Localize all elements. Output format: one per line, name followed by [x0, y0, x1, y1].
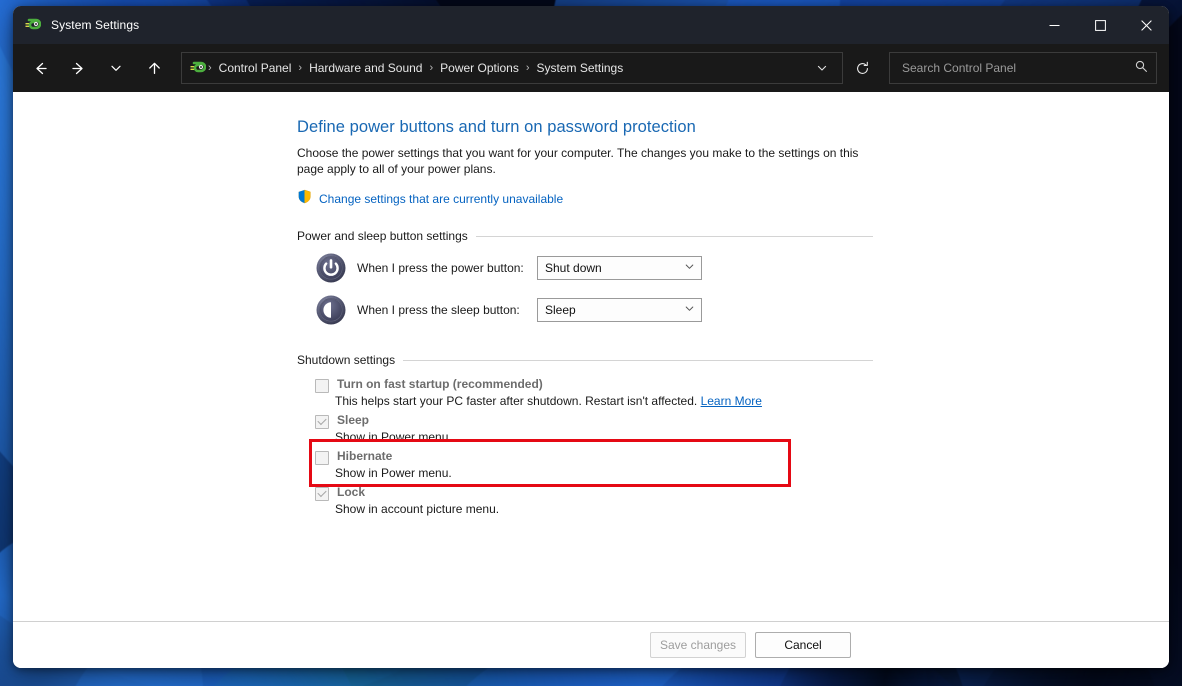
lock-label: Lock	[337, 485, 366, 499]
change-settings-link-row[interactable]: Change settings that are currently unava…	[297, 189, 897, 209]
breadcrumb[interactable]: › Control Panel › Hardware and Sound › P…	[181, 52, 843, 84]
hibernate-description: Show in Power menu.	[335, 466, 452, 480]
section-header-shutdown: Shutdown settings	[297, 353, 873, 367]
breadcrumb-separator: ›	[298, 62, 303, 74]
search-input[interactable]	[900, 60, 1134, 76]
dialog-footer: Save changes Cancel	[13, 621, 1169, 668]
close-icon[interactable]	[1123, 6, 1169, 44]
chevron-down-icon	[684, 261, 695, 275]
hibernate-label: Hibernate	[337, 449, 393, 463]
section-header-power-sleep: Power and sleep button settings	[297, 229, 873, 243]
recent-locations-chevron-down-icon[interactable]	[100, 52, 132, 84]
system-settings-icon	[25, 17, 42, 33]
refresh-icon[interactable]	[845, 53, 879, 83]
breadcrumb-item-power-options[interactable]: Power Options	[435, 59, 524, 77]
power-button-label: When I press the power button:	[357, 261, 524, 275]
breadcrumb-separator: ›	[429, 62, 434, 74]
section-label: Shutdown settings	[297, 353, 396, 367]
window-titlebar: System Settings	[13, 6, 1169, 44]
lock-checkbox[interactable]	[315, 487, 329, 501]
page-title: Define power buttons and turn on passwor…	[297, 118, 696, 136]
power-button-setting-row: When I press the power button: Shut down	[315, 247, 897, 289]
section-divider	[475, 235, 873, 237]
chevron-down-icon	[684, 303, 695, 317]
checkbox-item-fast-startup[interactable]: Turn on fast startup (recommended) This …	[315, 377, 897, 410]
breadcrumb-chevron-down-icon[interactable]	[808, 55, 836, 81]
fast-startup-description: This helps start your PC faster after sh…	[335, 393, 897, 410]
sleep-button-dropdown-value: Sleep	[545, 303, 576, 317]
save-changes-button[interactable]: Save changes	[650, 632, 746, 658]
breadcrumb-item-hardware-and-sound[interactable]: Hardware and Sound	[304, 59, 427, 77]
checkbox-item-sleep[interactable]: Sleep Show in Power menu.	[315, 413, 897, 446]
fast-startup-checkbox[interactable]	[315, 379, 329, 393]
breadcrumb-item-control-panel[interactable]: Control Panel	[214, 59, 297, 77]
page-description: Choose the power settings that you want …	[297, 146, 859, 176]
maximize-icon[interactable]	[1077, 6, 1123, 44]
sleep-label: Sleep	[337, 413, 370, 427]
fast-startup-label: Turn on fast startup (recommended)	[337, 377, 543, 391]
power-button-icon	[315, 252, 347, 284]
sleep-button-setting-row: When I press the sleep button: Sleep	[315, 289, 897, 331]
sleep-button-label: When I press the sleep button:	[357, 303, 520, 317]
search-control-panel-box[interactable]	[889, 52, 1157, 84]
hibernate-checkbox[interactable]	[315, 451, 329, 465]
back-arrow-icon[interactable]	[24, 52, 56, 84]
window-title: System Settings	[51, 18, 140, 32]
learn-more-link[interactable]: Learn More	[701, 394, 762, 408]
change-settings-unavailable-link[interactable]: Change settings that are currently unava…	[319, 192, 563, 206]
minimize-icon[interactable]	[1031, 6, 1077, 44]
section-divider	[403, 359, 873, 361]
forward-arrow-icon[interactable]	[62, 52, 94, 84]
cancel-button[interactable]: Cancel	[755, 632, 851, 658]
breadcrumb-separator: ›	[208, 62, 212, 74]
sleep-button-icon	[315, 294, 347, 326]
settings-panel: Define power buttons and turn on passwor…	[297, 118, 897, 518]
uac-shield-icon	[297, 189, 312, 209]
breadcrumb-item-system-settings[interactable]: System Settings	[532, 59, 629, 77]
system-settings-window: System Settings › Control Panel › Hardwa…	[13, 6, 1169, 668]
lock-description: Show in account picture menu.	[335, 502, 500, 516]
sleep-checkbox[interactable]	[315, 415, 329, 429]
sleep-description: Show in Power menu.	[335, 430, 452, 444]
checkbox-item-lock[interactable]: Lock Show in account picture menu.	[315, 485, 897, 518]
breadcrumb-separator: ›	[525, 62, 530, 74]
section-label: Power and sleep button settings	[297, 229, 468, 243]
sleep-button-dropdown[interactable]: Sleep	[537, 298, 702, 322]
fast-startup-description-text: This helps start your PC faster after sh…	[335, 394, 698, 408]
shutdown-checkbox-list: Turn on fast startup (recommended) This …	[315, 377, 897, 518]
breadcrumb-app-icon	[190, 60, 207, 76]
up-arrow-icon[interactable]	[138, 52, 170, 84]
checkbox-item-hibernate[interactable]: Hibernate Show in Power menu.	[315, 449, 897, 482]
content-area: Define power buttons and turn on passwor…	[13, 92, 1169, 621]
search-icon[interactable]	[1134, 59, 1148, 78]
power-button-dropdown-value: Shut down	[545, 261, 602, 275]
power-button-dropdown[interactable]: Shut down	[537, 256, 702, 280]
address-toolbar: › Control Panel › Hardware and Sound › P…	[13, 44, 1169, 92]
